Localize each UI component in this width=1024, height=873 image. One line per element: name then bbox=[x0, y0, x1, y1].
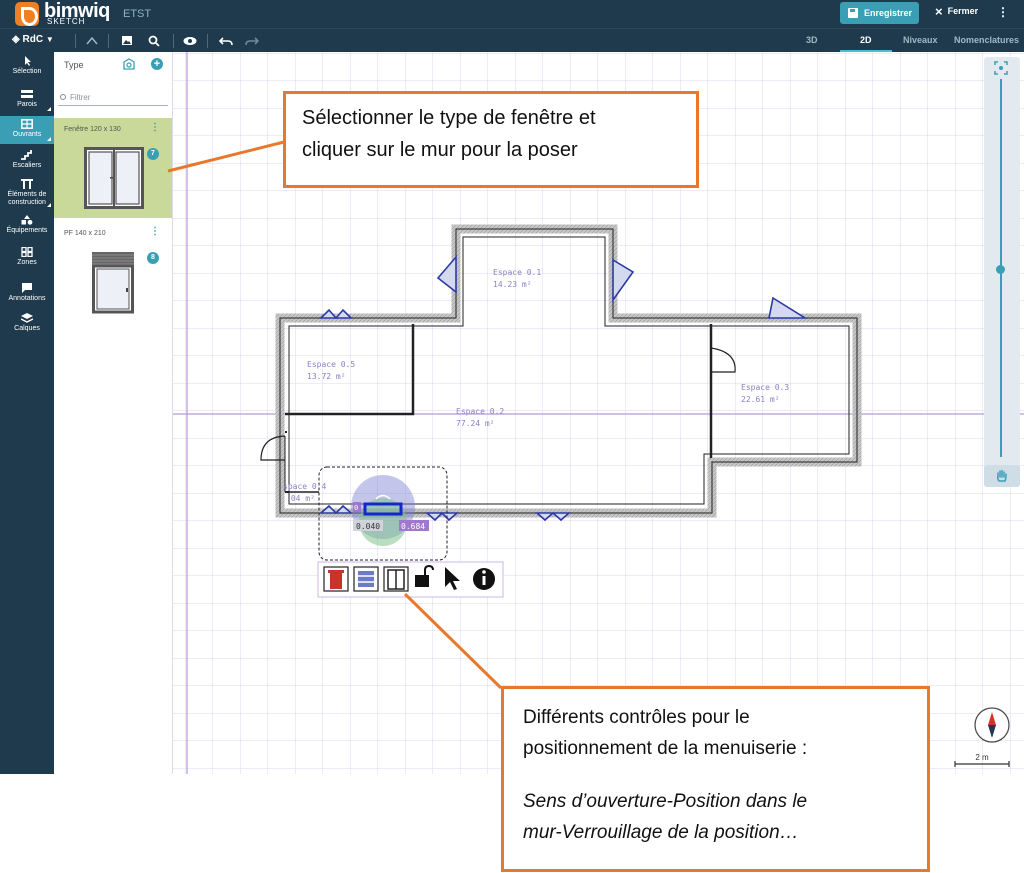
callout-place-window: Sélectionner le type de fenêtre et cliqu… bbox=[283, 91, 699, 188]
callout-controls: Différents contrôles pour le positionnem… bbox=[501, 686, 930, 872]
callout-line: positionnement de la menuiserie : bbox=[523, 738, 808, 759]
callout-line: Différents contrôles pour le bbox=[523, 707, 750, 728]
callout-line: mur-Verrouillage de la position… bbox=[523, 822, 799, 843]
callout-line: Sens d’ouverture-Position dans le bbox=[523, 791, 808, 812]
callout-line: Sélectionner le type de fenêtre et bbox=[302, 107, 596, 129]
callout-line: cliquer sur le mur pour la poser bbox=[302, 139, 578, 161]
